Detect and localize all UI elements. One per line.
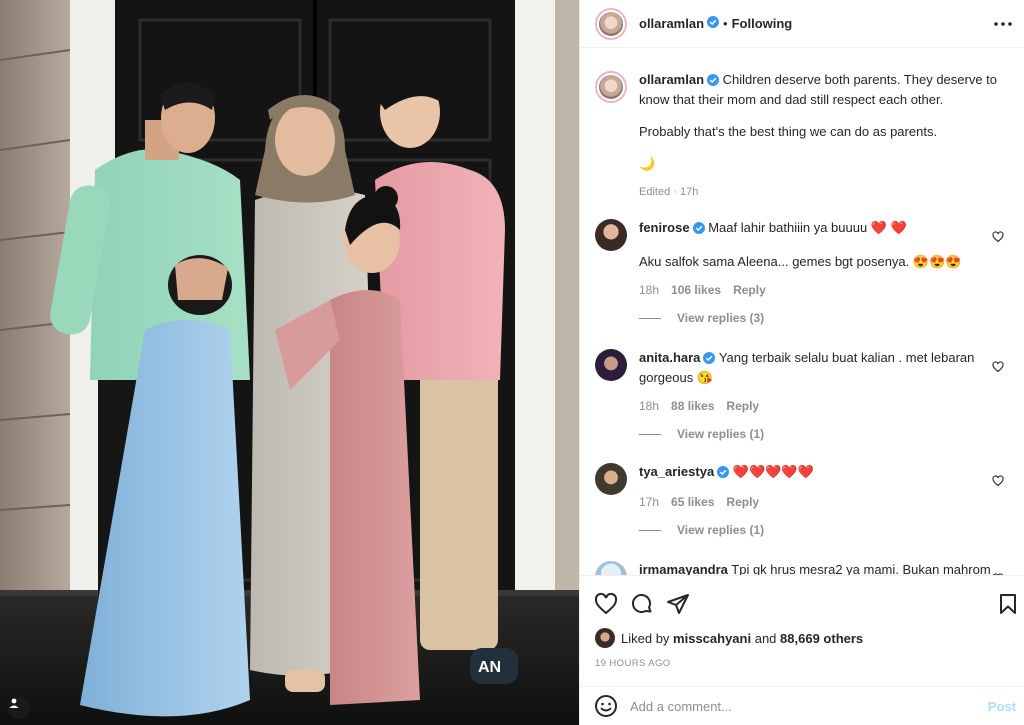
post-header: ollaramlan • Following <box>580 0 1024 48</box>
comment-meta: 18h 88 likes Reply <box>639 399 1010 413</box>
save-bookmark-icon[interactable] <box>996 592 1020 616</box>
comment-time: 18h <box>639 283 660 297</box>
post-side-panel: ollaramlan • Following ollaramlan Childr… <box>579 0 1024 725</box>
comment-bubble-icon[interactable] <box>630 592 654 616</box>
comment-username[interactable]: irmamayandra <box>639 562 728 575</box>
reply-button[interactable]: Reply <box>726 399 759 413</box>
commenter-avatar[interactable] <box>595 349 627 381</box>
reply-button[interactable]: Reply <box>726 495 759 509</box>
reply-button[interactable]: Reply <box>733 283 766 297</box>
header-separator: • <box>723 16 728 31</box>
replies-line <box>639 529 661 531</box>
caption-avatar[interactable] <box>595 71 627 103</box>
svg-text:AN: AN <box>478 659 501 676</box>
comment-likes[interactable]: 65 likes <box>671 495 714 509</box>
comment-time: 18h <box>639 399 660 413</box>
following-button[interactable]: Following <box>732 16 793 31</box>
comment-username[interactable]: fenirose <box>639 220 690 235</box>
liked-by-and: and <box>754 630 777 646</box>
commenter-avatar[interactable] <box>595 219 627 251</box>
verified-badge-icon <box>707 16 720 31</box>
like-comment-heart-icon[interactable] <box>992 231 1004 243</box>
caption-text-2: Probably that's the best thing we can do… <box>639 124 938 139</box>
like-comment-heart-icon[interactable] <box>992 475 1004 487</box>
like-heart-icon[interactable] <box>594 592 618 616</box>
verified-badge-icon <box>692 221 705 239</box>
view-replies-label: View replies (1) <box>677 523 765 537</box>
comment-item: irmamayandra Tpi gk hrus mesra2 ya mami.… <box>595 561 1010 575</box>
likes-count[interactable]: 88,669 others <box>780 631 863 646</box>
view-replies-label: View replies (1) <box>677 427 765 441</box>
caption: ollaramlan Children deserve both parents… <box>595 71 1010 201</box>
post-comment-button[interactable]: Post <box>988 699 1016 714</box>
verified-badge-icon <box>703 351 716 369</box>
post-photo: AN <box>0 0 579 725</box>
comment-username[interactable]: anita.hara <box>639 350 700 365</box>
family-photo-illustration: AN <box>0 0 579 725</box>
view-replies-label: View replies (3) <box>677 311 765 325</box>
replies-line <box>639 317 661 319</box>
tagged-people-icon[interactable] <box>8 697 30 719</box>
caption-meta: Edited · 17h <box>639 186 699 198</box>
add-comment-input[interactable] <box>630 698 960 714</box>
add-comment-bar: Post <box>580 686 1024 725</box>
verified-badge-icon <box>707 73 720 91</box>
author-username[interactable]: ollaramlan <box>639 16 704 31</box>
liker-username[interactable]: misscahyani <box>673 631 751 646</box>
like-comment-heart-icon[interactable] <box>992 361 1004 373</box>
comment-text-2: Aku salfok sama Aleena... gemes bgt pose… <box>639 254 962 269</box>
liked-by-prefix: Liked by <box>621 630 670 646</box>
liker-avatar[interactable] <box>595 628 615 648</box>
author-avatar[interactable] <box>595 7 627 40</box>
comment-item: fenirose Maaf lahir bathiiin ya buuuu ❤️… <box>595 219 1010 325</box>
comment-item: anita.hara Yang terbaik selalu buat kali… <box>595 349 1010 441</box>
emoji-picker-icon[interactable] <box>594 694 618 718</box>
commenter-avatar[interactable] <box>595 561 627 575</box>
action-bar <box>580 575 1024 627</box>
comment-time: 17h <box>639 495 660 509</box>
caption-username[interactable]: ollaramlan <box>639 72 704 87</box>
comment-username[interactable]: tya_ariestya <box>639 464 714 479</box>
share-paper-plane-icon[interactable] <box>666 592 690 616</box>
instagram-post-modal: AN ollaramlan • Following ollaramlan Chi… <box>0 0 1024 725</box>
caption-emoji: 🌙 <box>639 156 656 171</box>
comment-likes[interactable]: 106 likes <box>671 283 721 297</box>
comment-meta: 18h 106 likes Reply <box>639 283 1010 297</box>
replies-line <box>639 433 661 435</box>
post-timestamp[interactable]: 19 HOURS AGO <box>595 658 671 669</box>
verified-badge-icon <box>717 465 730 483</box>
comment-text: ❤️❤️❤️❤️❤️ <box>732 464 814 479</box>
comments-section[interactable]: ollaramlan Children deserve both parents… <box>580 49 1024 575</box>
view-replies-button[interactable]: View replies (1) <box>639 523 1010 537</box>
liked-by-summary[interactable]: Liked by misscahyani and 88,669 others <box>595 628 863 648</box>
more-options-icon[interactable] <box>991 12 1015 36</box>
comment-text: Maaf lahir bathiiin ya buuuu ❤️ ❤️ <box>708 220 907 235</box>
view-replies-button[interactable]: View replies (1) <box>639 427 1010 441</box>
view-replies-button[interactable]: View replies (3) <box>639 311 1010 325</box>
comment-meta: 17h 65 likes Reply <box>639 495 1010 509</box>
comment-item: tya_ariestya ❤️❤️❤️❤️❤️ 17h 65 likes Rep… <box>595 463 1010 537</box>
comment-likes[interactable]: 88 likes <box>671 399 714 413</box>
commenter-avatar[interactable] <box>595 463 627 495</box>
